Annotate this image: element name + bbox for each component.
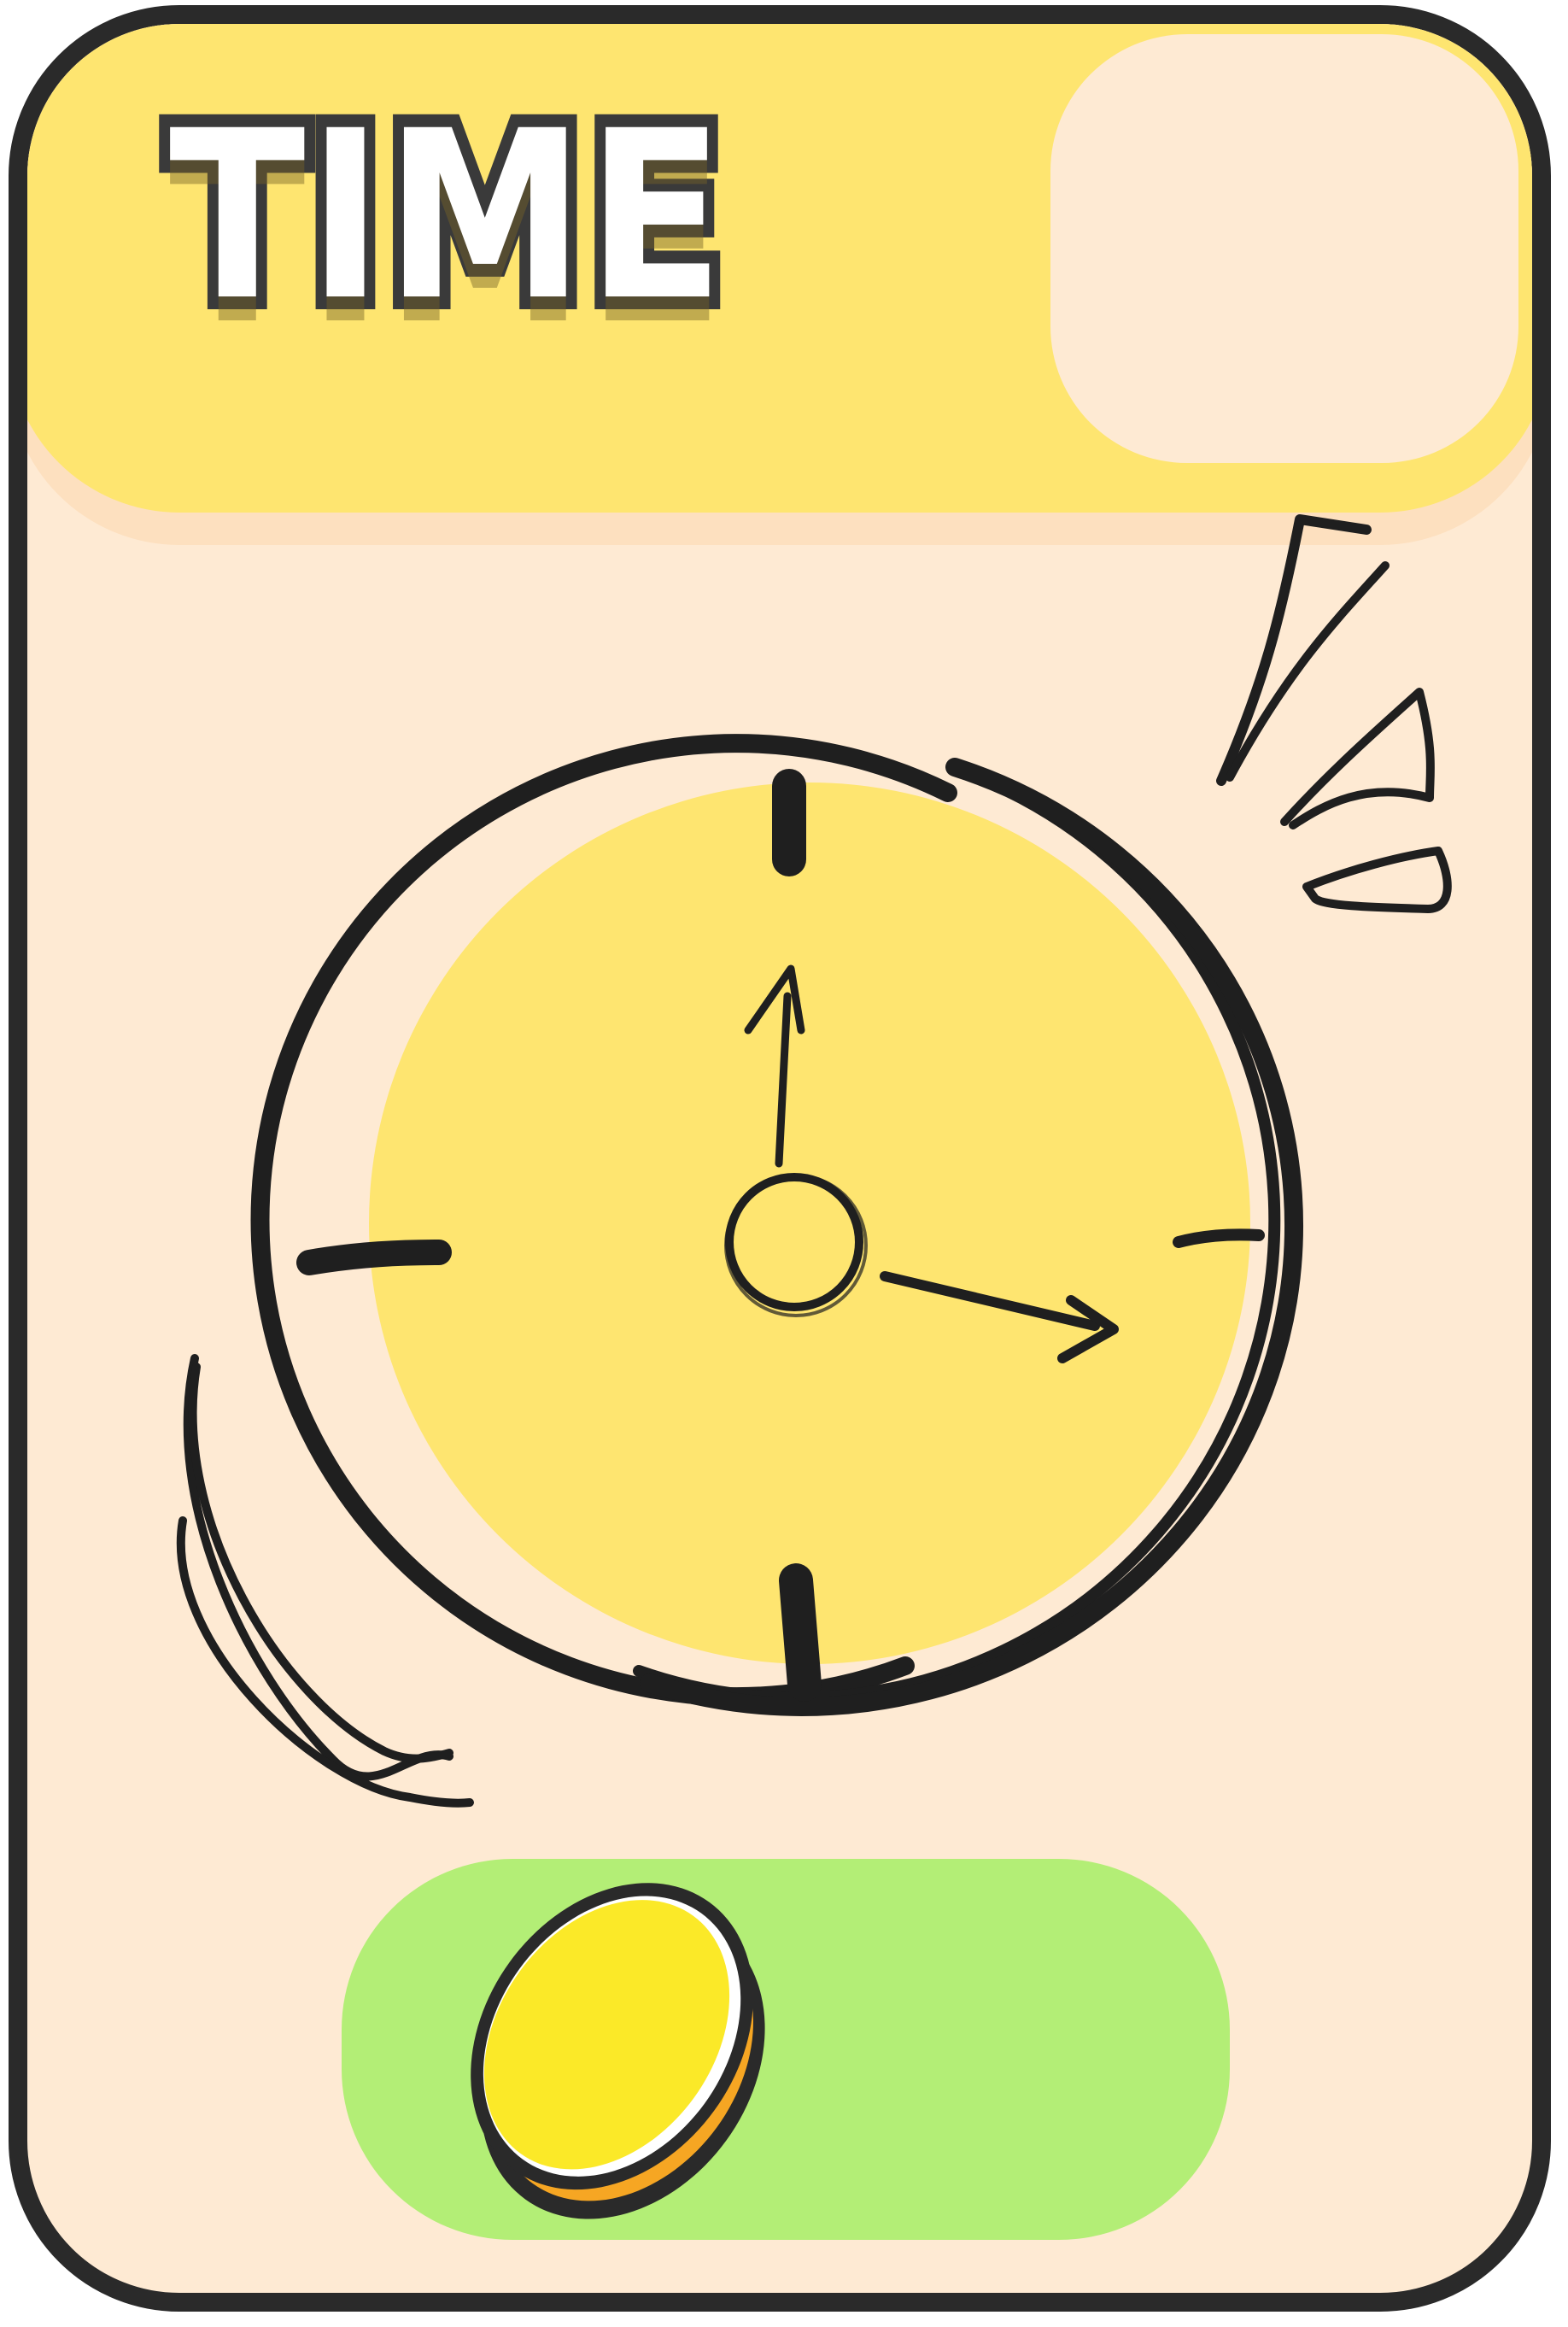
ring-mark-4: [1302, 847, 1452, 913]
ring-mark-1: [1216, 514, 1372, 786]
scene-layer: [177, 514, 1452, 2275]
tick-9: [296, 1240, 452, 1275]
ringing-marks: [1216, 514, 1452, 913]
ring-mark-3: [1280, 688, 1435, 829]
alarm-clock-icon[interactable]: [250, 734, 1303, 1716]
gold-coin-icon[interactable]: [402, 1828, 834, 2275]
clock-face: [369, 783, 1250, 1664]
tick-6: [779, 1563, 822, 1702]
